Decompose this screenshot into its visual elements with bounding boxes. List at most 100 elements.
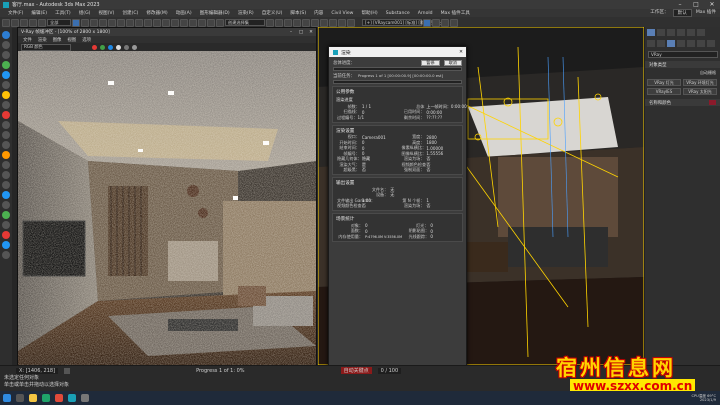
vfb-maximize-button[interactable]: □ [296, 30, 306, 35]
named-selection-sets-dropdown[interactable]: 创建选择集 [225, 19, 265, 26]
pivot-center-icon[interactable] [153, 18, 161, 27]
vfb-channel-dropdown[interactable]: RGB 颜色 [21, 43, 71, 51]
cancel-button[interactable]: 取消 [443, 59, 462, 66]
selection-filter-dropdown[interactable]: 全部 [47, 19, 71, 26]
menu-scripting[interactable]: 脚本(S) [286, 10, 310, 16]
mono-icon[interactable] [124, 44, 129, 50]
scale-icon[interactable] [126, 18, 134, 27]
utilities-tab-icon[interactable] [697, 29, 705, 36]
link-icon[interactable] [20, 18, 28, 27]
lights-category-icon[interactable] [667, 40, 675, 47]
explorer-icon[interactable] [29, 394, 37, 402]
window-crossing-icon[interactable] [99, 18, 107, 27]
geometry-icon[interactable] [2, 71, 10, 79]
object-color-swatch[interactable] [709, 100, 716, 105]
search-icon[interactable] [16, 394, 24, 402]
save-image-icon[interactable] [132, 44, 137, 50]
bones-icon[interactable] [2, 141, 10, 149]
menu-modifiers[interactable]: 修改器(M) [142, 10, 171, 16]
unlink-icon[interactable] [29, 18, 37, 27]
rectangle-selection-icon[interactable] [90, 18, 98, 27]
cameras-category-icon[interactable] [677, 40, 685, 47]
material-editor-icon[interactable] [320, 18, 328, 27]
unhide-icon[interactable] [2, 211, 10, 219]
pause-button[interactable]: 暂停 [421, 59, 440, 66]
mirror-icon[interactable] [266, 18, 274, 27]
common-params-header[interactable]: 公用参数 [333, 88, 462, 96]
display-tab-icon[interactable] [687, 29, 695, 36]
workspace-select[interactable]: 默认 [672, 9, 692, 17]
groups-icon[interactable] [2, 131, 10, 139]
shapes-category-icon[interactable] [657, 40, 665, 47]
vfb-menu-view[interactable]: 视图 [67, 37, 76, 43]
placement-icon[interactable] [135, 18, 143, 27]
selection-lock-icon[interactable] [2, 231, 10, 239]
reference-coords-icon[interactable] [144, 18, 152, 27]
shapes-icon[interactable] [2, 81, 10, 89]
time-slider-field[interactable]: 0 / 100 [377, 367, 402, 374]
freeze-icon[interactable] [2, 191, 10, 199]
undo-icon[interactable] [2, 18, 10, 27]
layer-explorer-icon[interactable] [284, 18, 292, 27]
isolate-icon[interactable] [2, 221, 10, 229]
particles-icon[interactable] [2, 151, 10, 159]
layers-icon[interactable] [2, 171, 10, 179]
viewport-label-dropdown[interactable]: [+] [VRaycam001] [标准] [默认明暗处理] [362, 19, 447, 26]
percent-snap-icon[interactable] [198, 18, 206, 27]
vfb-menu-render[interactable]: 渲染 [38, 37, 47, 43]
adaptive-icon[interactable] [2, 241, 10, 249]
filter-icon[interactable] [2, 61, 10, 69]
helpers-icon[interactable] [2, 111, 10, 119]
toggle-ribbon-icon[interactable] [293, 18, 301, 27]
light-category-dropdown[interactable]: VRay [648, 51, 718, 58]
vray-ies-button[interactable]: VRayIES [647, 88, 681, 95]
green-channel-icon[interactable] [100, 44, 105, 50]
menu-group[interactable]: 组(G) [75, 10, 95, 16]
vray-frame-buffer-icon[interactable] [450, 18, 458, 27]
display-icon[interactable] [2, 41, 10, 49]
space-warps-icon[interactable] [2, 121, 10, 129]
keyboard-shortcut-icon[interactable] [171, 18, 179, 27]
helpers-category-icon[interactable] [687, 40, 695, 47]
vfb-menu-file[interactable]: 文件 [23, 37, 32, 43]
render-setup-icon[interactable] [329, 18, 337, 27]
chrome-icon[interactable] [55, 394, 63, 402]
menu-rendering[interactable]: 渲染(R) [234, 10, 258, 16]
geometry-category-icon[interactable] [647, 40, 655, 47]
menu-arnold[interactable]: Arnold [414, 11, 437, 16]
select-object-icon[interactable] [72, 18, 80, 27]
plugins-label[interactable]: Max 插件 [692, 9, 720, 17]
vfb-close-button[interactable]: ✕ [306, 30, 316, 35]
menu-civil-view[interactable]: Civil View [327, 11, 357, 16]
vfb-menu-options[interactable]: 选项 [82, 37, 91, 43]
options-icon[interactable] [2, 251, 10, 259]
spinner-snap-icon[interactable] [207, 18, 215, 27]
name-color-rollout[interactable]: 名称和颜色 [645, 99, 720, 106]
lock-icon[interactable] [64, 367, 71, 374]
vfb-menu-image[interactable]: 图像 [53, 37, 62, 43]
redo-icon[interactable] [11, 18, 19, 27]
dialog-close-button[interactable]: ✕ [456, 50, 466, 55]
alpha-channel-icon[interactable] [116, 44, 121, 50]
edge-icon[interactable] [42, 394, 50, 402]
menu-file[interactable]: 文件(F) [4, 10, 27, 16]
3dsmax-taskbar-icon[interactable] [68, 394, 76, 402]
xrefs-icon[interactable] [2, 161, 10, 169]
auto-key-button[interactable]: 自动关键点 [340, 367, 372, 374]
angle-snap-icon[interactable] [189, 18, 197, 27]
menu-substance[interactable]: Substance [382, 11, 414, 16]
spacewarps-category-icon[interactable] [697, 40, 705, 47]
menu-animation[interactable]: 动画(A) [172, 10, 196, 16]
menu-plugins[interactable]: Max 插件工具 [437, 10, 474, 16]
vray-light-button[interactable]: VRay 灯光 [647, 79, 681, 86]
modify-tab-icon[interactable] [657, 29, 665, 36]
hierarchy-tab-icon[interactable] [667, 29, 675, 36]
blue-channel-icon[interactable] [108, 44, 113, 50]
bind-space-warp-icon[interactable] [38, 18, 46, 27]
vray-ambient-light-button[interactable]: VRay 环境灯光 [683, 79, 717, 86]
vfb-minimize-button[interactable]: – [286, 30, 296, 35]
menu-content[interactable]: 内容 [310, 10, 327, 16]
object-type-rollout[interactable]: 对象类型 [645, 61, 720, 68]
rotate-icon[interactable] [117, 18, 125, 27]
maximize-button[interactable]: □ [688, 1, 704, 8]
